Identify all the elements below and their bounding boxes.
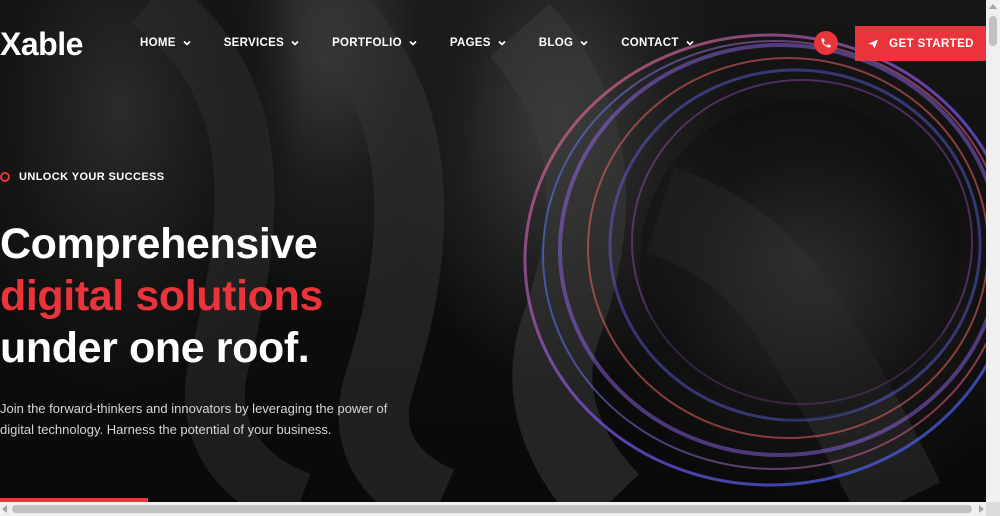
horizontal-scrollbar[interactable] xyxy=(0,502,986,516)
nav-item-label: PAGES xyxy=(449,37,491,49)
scroll-up-icon[interactable] xyxy=(989,4,997,9)
chevron-down-icon xyxy=(686,40,694,46)
vertical-scroll-thumb[interactable] xyxy=(989,16,997,46)
hero-section: Xable HOME SERVICES PORTFOLIO PAGES BLOG… xyxy=(0,0,986,502)
logo-text: able xyxy=(20,26,84,62)
logo-x: X xyxy=(0,26,21,62)
get-started-button[interactable]: GET STARTED xyxy=(855,26,986,61)
main-nav: HOME SERVICES PORTFOLIO PAGES BLOG CONTA… xyxy=(140,34,727,52)
scrollbar-corner xyxy=(986,502,1000,516)
vertical-scrollbar[interactable] xyxy=(986,0,1000,502)
nav-item-services[interactable]: SERVICES xyxy=(224,34,300,52)
headline-line-2: digital solutions xyxy=(0,272,323,320)
eyebrow-text: UNLOCK YOUR SUCCESS xyxy=(19,171,165,183)
nav-item-label: CONTACT xyxy=(621,37,679,49)
chevron-down-icon xyxy=(183,40,191,46)
phone-icon xyxy=(821,38,831,48)
horizontal-scroll-thumb[interactable] xyxy=(12,505,972,513)
nav-item-home[interactable]: HOME xyxy=(140,34,192,52)
chevron-down-icon xyxy=(498,40,506,46)
nav-item-label: BLOG xyxy=(538,37,574,49)
scroll-right-icon[interactable] xyxy=(979,505,984,513)
nav-item-label: PORTFOLIO xyxy=(332,37,402,49)
nav-item-blog[interactable]: BLOG xyxy=(539,34,589,52)
nav-item-contact[interactable]: CONTACT xyxy=(621,34,694,52)
ring-icon xyxy=(0,172,10,182)
nav-item-portfolio[interactable]: PORTFOLIO xyxy=(332,34,418,52)
hero-lead-text: Join the forward-thinkers and innovators… xyxy=(0,401,388,437)
hero-headline: Comprehensive digital solutions under on… xyxy=(0,218,323,374)
nav-item-label: HOME xyxy=(140,37,176,49)
hero-eyebrow: UNLOCK YOUR SUCCESS xyxy=(0,171,165,183)
nav-item-label: SERVICES xyxy=(223,37,285,49)
scroll-left-icon[interactable] xyxy=(2,505,7,513)
nav-item-pages[interactable]: PAGES xyxy=(450,34,507,52)
chevron-down-icon xyxy=(291,40,299,46)
send-icon xyxy=(868,39,879,48)
brand-logo[interactable]: Xable xyxy=(0,24,83,64)
headline-line-3: under one roof. xyxy=(0,324,310,372)
cta-label: GET STARTED xyxy=(889,37,974,50)
chevron-down-icon xyxy=(580,40,588,46)
chevron-down-icon xyxy=(409,40,417,46)
headline-line-1: Comprehensive xyxy=(0,220,318,268)
phone-button[interactable] xyxy=(814,31,838,55)
